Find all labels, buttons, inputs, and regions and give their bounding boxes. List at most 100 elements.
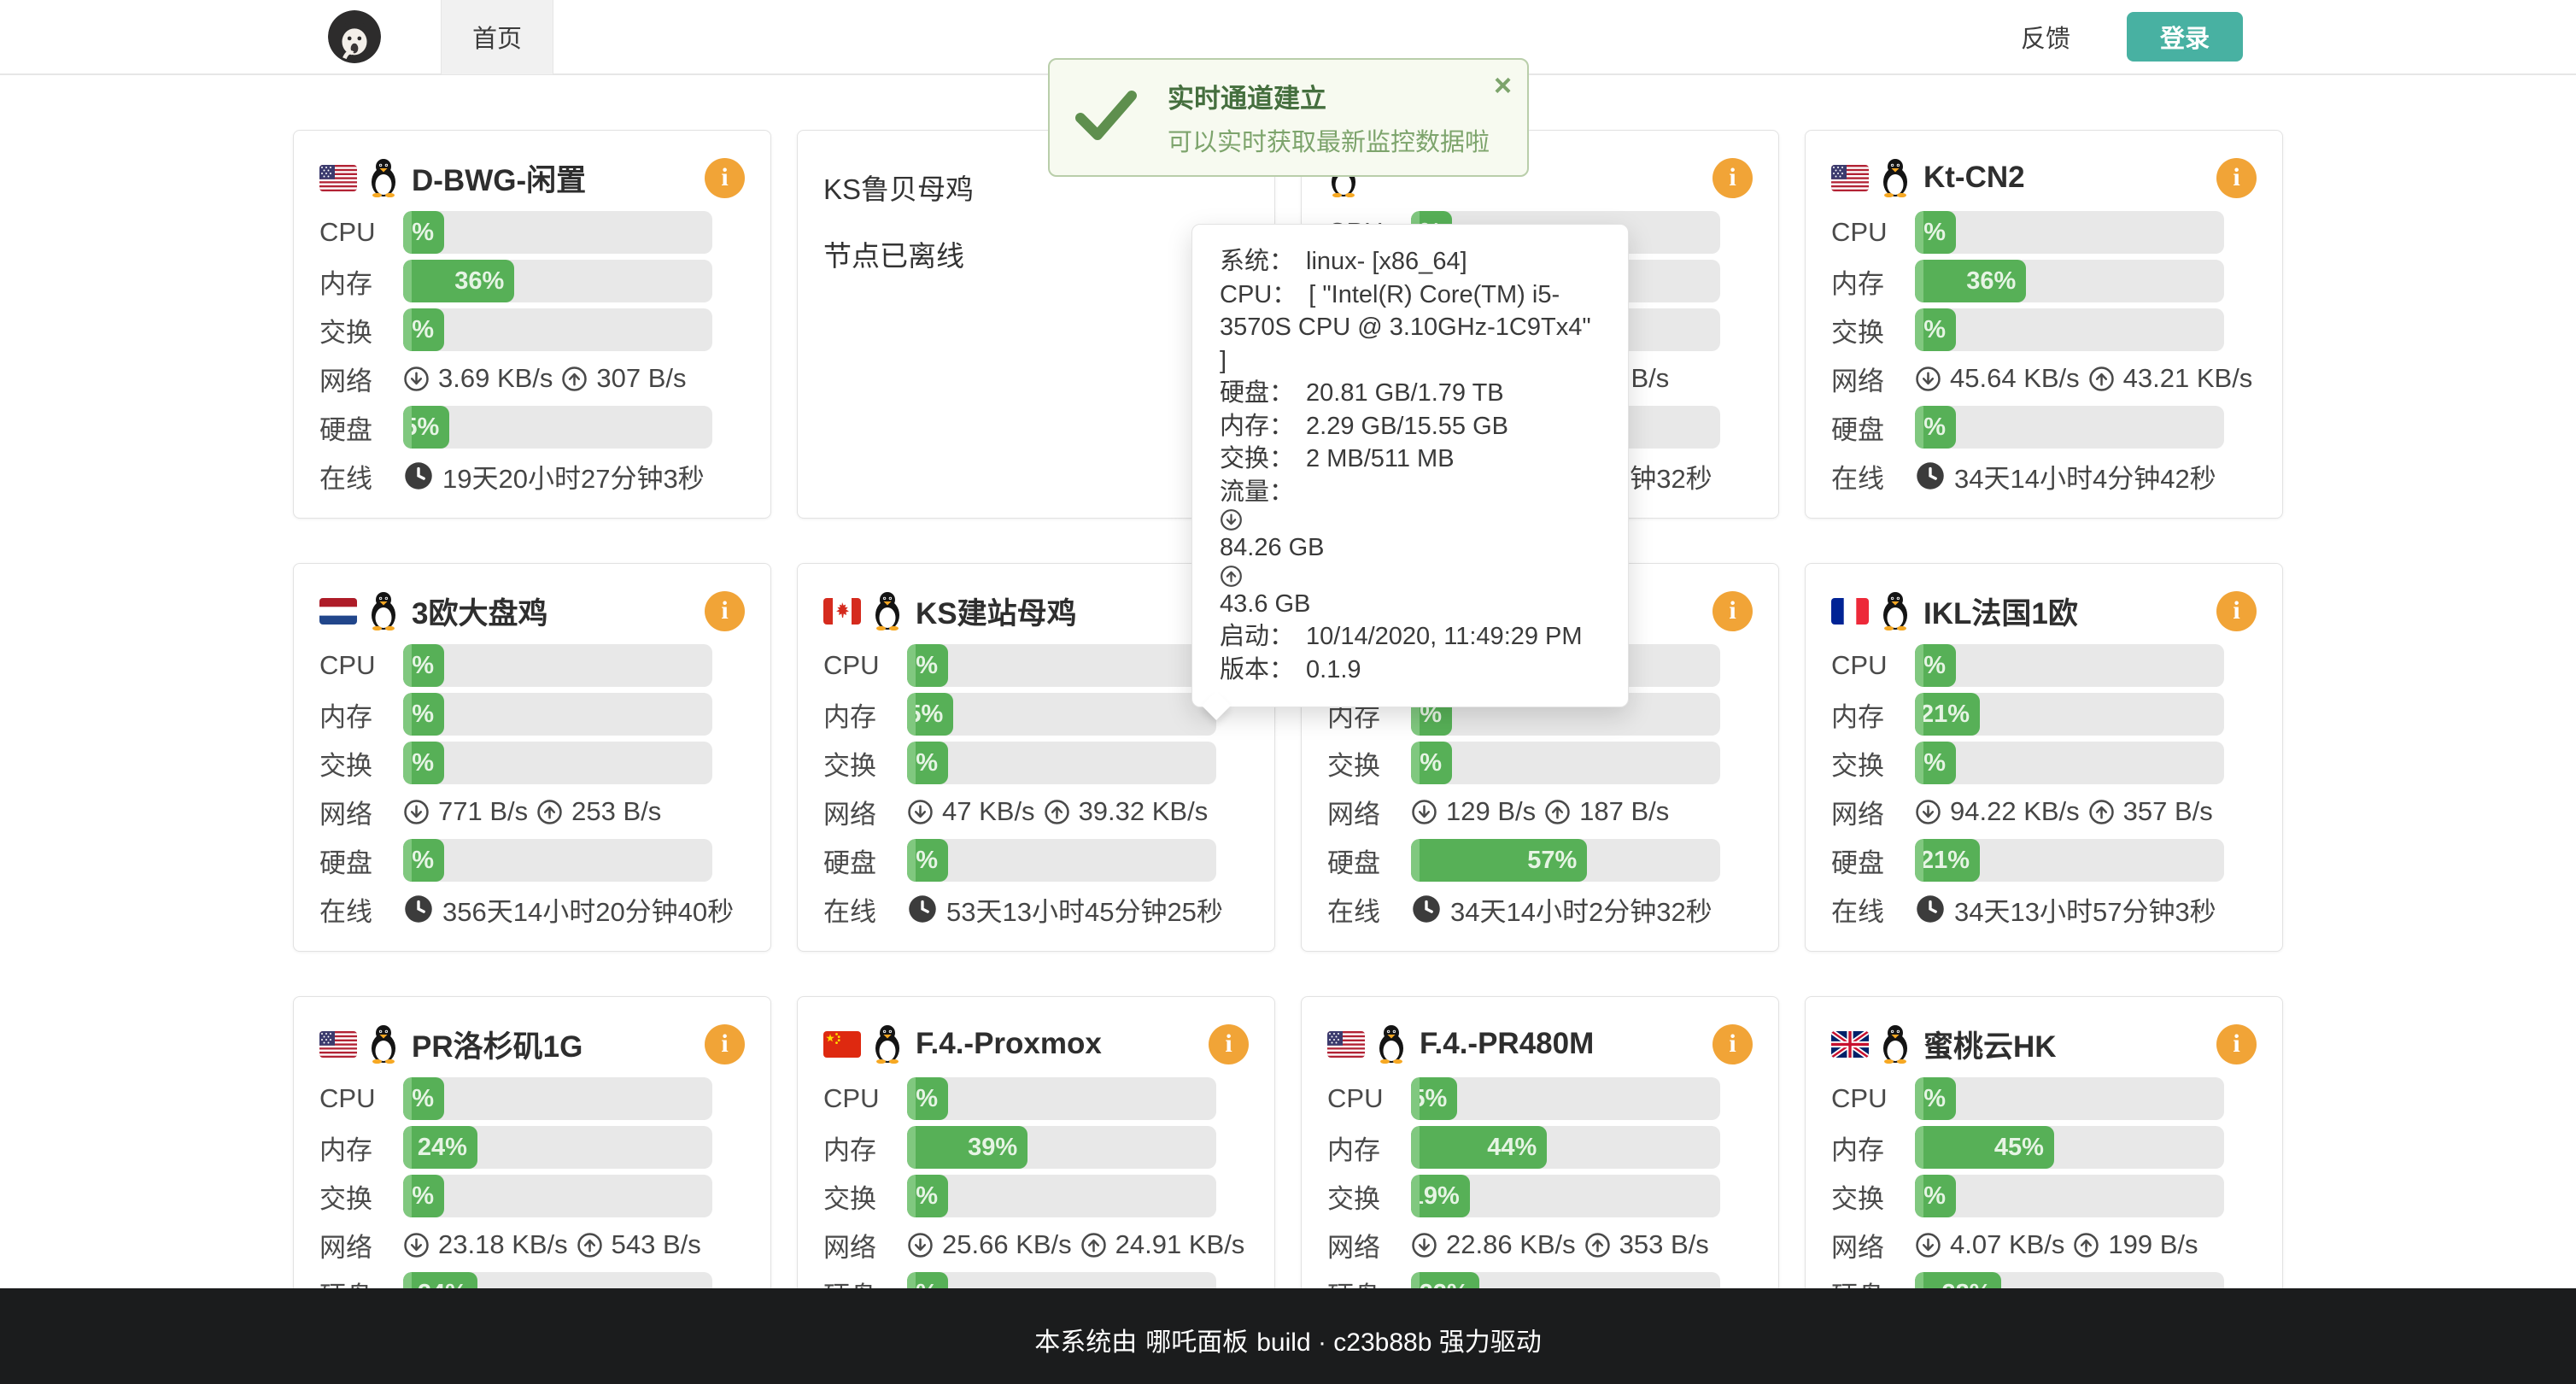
swap-progress-bar: 0% bbox=[403, 1175, 712, 1217]
uptime-row: 在线 34天13小时57分钟3秒 bbox=[1831, 888, 2257, 930]
disk-row: 硬盘 21% bbox=[1831, 839, 2257, 882]
memory-row: 内存 21% bbox=[1831, 693, 2257, 736]
server-card-header: 蜜桃云HK i bbox=[1831, 1019, 2257, 1069]
server-card: IKL法国1欧 i CPU 1% 内存 21% 交换 1% bbox=[1805, 563, 2283, 952]
cpu-progress-bar: 1% bbox=[1915, 644, 2224, 687]
info-icon[interactable]: i bbox=[705, 158, 745, 198]
cpu-label: CPU bbox=[1831, 1083, 1915, 1114]
info-icon[interactable]: i bbox=[1712, 591, 1753, 631]
clock-icon bbox=[1915, 894, 1946, 924]
footer-suffix: build · c23b88b 强力驱动 bbox=[1256, 1321, 1542, 1358]
tooltip-traffic-up: 43.6 GB bbox=[1220, 590, 1310, 618]
disk-label: 硬盘 bbox=[319, 408, 403, 447]
tooltip-label: 硬盘： bbox=[1220, 379, 1294, 407]
network-row: 网络 94.22 KB/s 357 B/s bbox=[1831, 790, 2257, 833]
network-label: 网络 bbox=[823, 1226, 907, 1264]
disk-progress-bar: 1% bbox=[907, 839, 1216, 882]
network-row: 网络 45.64 KB/s 43.21 KB/s bbox=[1831, 357, 2257, 400]
tooltip-label: CPU： bbox=[1220, 281, 1297, 308]
tooltip-label: 启动： bbox=[1220, 623, 1294, 650]
memory-progress-bar: 36% bbox=[1915, 260, 2224, 302]
memory-progress-bar: 15% bbox=[907, 693, 1216, 736]
swap-row: 交换 0% bbox=[1831, 308, 2257, 351]
network-download-value: 23.18 KB/s bbox=[438, 1229, 568, 1260]
download-arrow-icon bbox=[1220, 508, 1601, 531]
network-upload-value: 43.21 KB/s bbox=[2123, 363, 2253, 394]
network-download-value: 3.69 KB/s bbox=[438, 363, 553, 394]
swap-progress-bar: NaN% bbox=[1411, 742, 1720, 784]
uptime-row: 在线 356天14小时20分钟40秒 bbox=[319, 888, 745, 930]
network-upload-value: 307 B/s bbox=[596, 363, 686, 394]
cpu-progress-bar: 15% bbox=[1411, 1077, 1720, 1120]
disk-label: 硬盘 bbox=[1831, 408, 1915, 447]
server-card-header: F.4.-PR480M i bbox=[1327, 1019, 1753, 1069]
memory-row: 内存 45% bbox=[1831, 1126, 2257, 1169]
cpu-row: CPU 1% bbox=[1831, 211, 2257, 254]
uptime-label: 在线 bbox=[1831, 457, 1915, 496]
network-label: 网络 bbox=[1831, 1226, 1915, 1264]
network-label: 网络 bbox=[1327, 793, 1411, 831]
server-card-header: F.4.-Proxmox i bbox=[823, 1019, 1249, 1069]
swap-row: 交换 0% bbox=[319, 742, 745, 784]
swap-progress-bar: 0% bbox=[403, 742, 712, 784]
clock-icon bbox=[1411, 894, 1442, 924]
nav-feedback-link[interactable]: 反馈 bbox=[2021, 19, 2070, 55]
tooltip-value: 2.29 GB/15.55 GB bbox=[1306, 413, 1508, 440]
memory-label: 内存 bbox=[823, 1129, 907, 1167]
nav-tab-home[interactable]: 首页 bbox=[441, 0, 553, 74]
network-upload-value: 353 B/s bbox=[1619, 1229, 1709, 1260]
cpu-progress-bar: 1% bbox=[907, 644, 1216, 687]
cpu-row: CPU 5% bbox=[823, 1077, 1249, 1120]
uptime-label: 在线 bbox=[823, 890, 907, 929]
cpu-progress-bar: 5% bbox=[907, 1077, 1216, 1120]
info-icon[interactable]: i bbox=[2216, 1024, 2257, 1064]
linux-os-icon bbox=[1375, 1024, 1408, 1064]
linux-os-icon bbox=[367, 158, 400, 197]
uptime-row: 在线 53天13小时45分钟25秒 bbox=[823, 888, 1249, 930]
tooltip-value: linux- [x86_64] bbox=[1306, 248, 1467, 275]
linux-os-icon bbox=[871, 1024, 904, 1064]
uptime-row: 在线 19天20小时27分钟3秒 bbox=[319, 454, 745, 497]
memory-label: 内存 bbox=[319, 695, 403, 734]
clock-icon bbox=[403, 460, 434, 491]
toast-close-icon[interactable]: × bbox=[1494, 70, 1512, 101]
network-upload-value: 357 B/s bbox=[2123, 796, 2213, 827]
uptime-value: 19天20小时27分钟3秒 bbox=[442, 457, 705, 496]
info-icon[interactable]: i bbox=[1712, 158, 1753, 198]
network-label: 网络 bbox=[319, 793, 403, 831]
site-logo-avatar[interactable] bbox=[328, 10, 381, 63]
network-label: 网络 bbox=[319, 1226, 403, 1264]
disk-row: 硬盘 15% bbox=[319, 406, 745, 449]
info-icon[interactable]: i bbox=[2216, 591, 2257, 631]
uptime-label: 在线 bbox=[1831, 890, 1915, 929]
check-icon bbox=[1074, 89, 1139, 146]
country-flag-icon bbox=[319, 165, 357, 191]
info-icon[interactable]: i bbox=[2216, 158, 2257, 198]
upload-arrow-icon bbox=[2088, 799, 2115, 825]
uptime-label: 在线 bbox=[319, 457, 403, 496]
server-name: F.4.-Proxmox bbox=[916, 1027, 1102, 1061]
upload-arrow-icon bbox=[1584, 1232, 1611, 1258]
network-row: 网络 25.66 KB/s 24.91 KB/s bbox=[823, 1223, 1249, 1266]
footer: 本系统由 哪吒面板 build · c23b88b 强力驱动 bbox=[0, 1288, 2576, 1384]
network-row: 网络 47 KB/s 39.32 KB/s bbox=[823, 790, 1249, 833]
server-name: 蜜桃云HK bbox=[1923, 1023, 2057, 1066]
disk-row: 硬盘 57% bbox=[1327, 839, 1753, 882]
login-button[interactable]: 登录 bbox=[2127, 12, 2243, 62]
disk-progress-bar: 57% bbox=[1411, 839, 1720, 882]
nezha-panel-link[interactable]: 哪吒面板 bbox=[1145, 1321, 1248, 1358]
download-arrow-icon bbox=[1915, 366, 1941, 392]
cpu-label: CPU bbox=[823, 650, 907, 681]
disk-row: 硬盘 1% bbox=[823, 839, 1249, 882]
info-icon[interactable]: i bbox=[705, 1024, 745, 1064]
swap-row: 交换 19% bbox=[1327, 1175, 1753, 1217]
server-name: PR洛杉矶1G bbox=[412, 1023, 583, 1066]
country-flag-icon bbox=[1327, 1031, 1365, 1058]
info-icon[interactable]: i bbox=[705, 591, 745, 631]
network-label: 网络 bbox=[1831, 360, 1915, 398]
info-icon[interactable]: i bbox=[1209, 1024, 1249, 1064]
disk-progress-bar: 21% bbox=[1915, 839, 2224, 882]
swap-label: 交换 bbox=[1831, 744, 1915, 783]
info-icon[interactable]: i bbox=[1712, 1024, 1753, 1064]
tooltip-label: 版本： bbox=[1220, 656, 1294, 683]
